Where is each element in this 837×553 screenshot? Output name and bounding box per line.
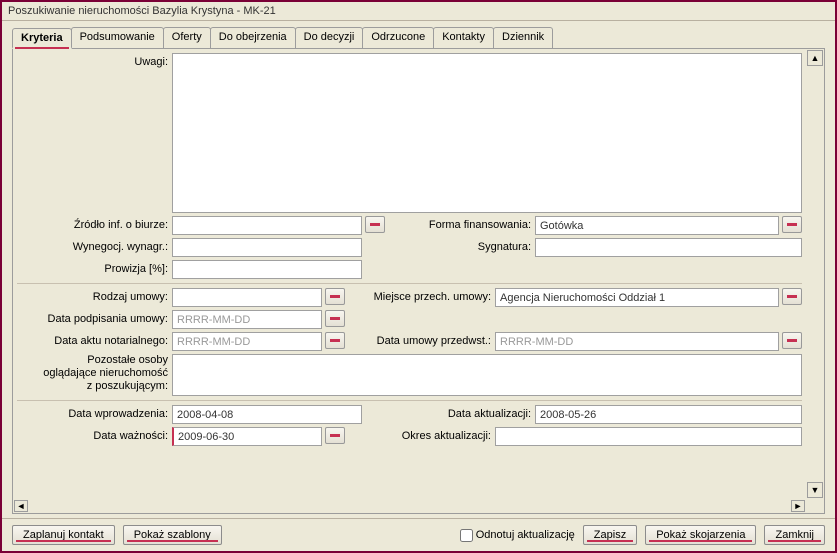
okres-aktualizacji-label: Okres aktualizacji: <box>345 427 495 445</box>
data-podpisania-picker-button[interactable] <box>325 310 345 327</box>
scroll-up-icon[interactable]: ▲ <box>807 50 823 66</box>
data-podpisania-input[interactable] <box>172 310 322 329</box>
tab-odrzucone[interactable]: Odrzucone <box>362 27 434 48</box>
pokaz-szablony-button[interactable]: Pokaż szablony <box>123 525 222 545</box>
zapisz-button[interactable]: Zapisz <box>583 525 637 545</box>
forma-finansowania-lookup-button[interactable] <box>782 216 802 233</box>
forma-finansowania-label: Forma finansowania: <box>385 216 535 234</box>
data-wprowadzenia-input[interactable] <box>172 405 362 424</box>
horizontal-scrollbar[interactable]: ◄ ► <box>13 499 806 513</box>
tab-dziennik[interactable]: Dziennik <box>493 27 553 48</box>
data-umowy-przedwst-input[interactable] <box>495 332 779 351</box>
odnotuj-aktualizacje-checkbox[interactable]: Odnotuj aktualizację <box>460 529 575 542</box>
okres-aktualizacji-input[interactable] <box>495 427 802 446</box>
forma-finansowania-input[interactable] <box>535 216 779 235</box>
prowizja-label: Prowizja [%]: <box>17 260 172 278</box>
miejsce-przech-lookup-button[interactable] <box>782 288 802 305</box>
window-titlebar: Poszukiwanie nieruchomości Bazylia Kryst… <box>2 2 835 21</box>
rodzaj-umowy-lookup-button[interactable] <box>325 288 345 305</box>
data-umowy-przedwst-picker-button[interactable] <box>782 332 802 349</box>
sygnatura-label: Sygnatura: <box>385 238 535 256</box>
tab-oferty[interactable]: Oferty <box>163 27 211 48</box>
tab-do-decyzji[interactable]: Do decyzji <box>295 27 364 48</box>
data-wprowadzenia-label: Data wprowadzenia: <box>17 405 172 423</box>
pozostale-osoby-label: Pozostałe osoby oglądające nieruchomość … <box>17 354 172 393</box>
data-podpisania-label: Data podpisania umowy: <box>17 310 172 328</box>
uwagi-textarea[interactable] <box>172 53 802 213</box>
scroll-right-icon[interactable]: ► <box>791 500 805 512</box>
wynegocj-input[interactable] <box>172 238 362 257</box>
miejsce-przech-input[interactable] <box>495 288 779 307</box>
data-waznosci-picker-button[interactable] <box>325 427 345 444</box>
rodzaj-umowy-label: Rodzaj umowy: <box>17 288 172 306</box>
zrodlo-inf-input[interactable] <box>172 216 362 235</box>
tab-podsumowanie[interactable]: Podsumowanie <box>71 27 164 48</box>
tab-do-obejrzenia[interactable]: Do obejrzenia <box>210 27 296 48</box>
wynegocj-label: Wynegocj. wynagr.: <box>17 238 172 256</box>
data-aktualizacji-label: Data aktualizacji: <box>385 405 535 423</box>
tab-kryteria[interactable]: Kryteria <box>12 28 72 49</box>
zamknij-button[interactable]: Zamknij <box>764 525 825 545</box>
sygnatura-input[interactable] <box>535 238 802 257</box>
bottom-toolbar: Zaplanuj kontakt Pokaż szablony Odnotuj … <box>2 518 835 551</box>
zaplanuj-kontakt-button[interactable]: Zaplanuj kontakt <box>12 525 115 545</box>
data-aktualizacji-input[interactable] <box>535 405 802 424</box>
vertical-scrollbar[interactable]: ▲ ▼ <box>806 49 824 499</box>
data-waznosci-input[interactable] <box>172 427 322 446</box>
data-umowy-przedwst-label: Data umowy przedwst.: <box>345 332 495 350</box>
odnotuj-aktualizacje-input[interactable] <box>460 529 473 542</box>
scroll-left-icon[interactable]: ◄ <box>14 500 28 512</box>
data-aktu-input[interactable] <box>172 332 322 351</box>
zrodlo-inf-lookup-button[interactable] <box>365 216 385 233</box>
tab-strip: Kryteria Podsumowanie Oferty Do obejrzen… <box>2 21 835 48</box>
scroll-down-icon[interactable]: ▼ <box>807 482 823 498</box>
rodzaj-umowy-input[interactable] <box>172 288 322 307</box>
pokaz-skojarzenia-button[interactable]: Pokaż skojarzenia <box>645 525 756 545</box>
pozostale-osoby-textarea[interactable] <box>172 354 802 396</box>
odnotuj-aktualizacje-label: Odnotuj aktualizację <box>476 529 575 541</box>
tab-kontakty[interactable]: Kontakty <box>433 27 494 48</box>
data-waznosci-label: Data ważności: <box>17 427 172 445</box>
miejsce-przech-label: Miejsce przech. umowy: <box>345 288 495 306</box>
prowizja-input[interactable] <box>172 260 362 279</box>
data-aktu-picker-button[interactable] <box>325 332 345 349</box>
uwagi-label: Uwagi: <box>17 53 172 71</box>
window-title: Poszukiwanie nieruchomości Bazylia Kryst… <box>8 5 276 17</box>
zrodlo-inf-label: Źródło inf. o biurze: <box>17 216 172 234</box>
data-aktu-label: Data aktu notarialnego: <box>17 332 172 350</box>
